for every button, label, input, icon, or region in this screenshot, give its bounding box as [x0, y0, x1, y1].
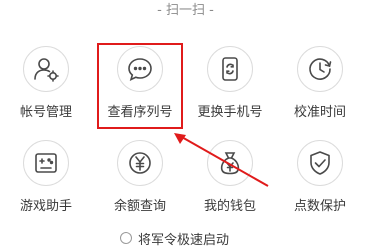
- shield-check-icon: [297, 140, 343, 186]
- gamepad-icon: [23, 140, 69, 186]
- account-manage-icon: [23, 46, 69, 92]
- tile-my-wallet[interactable]: 我的钱包: [186, 134, 274, 230]
- tile-account-manage[interactable]: 帐号管理: [2, 40, 90, 136]
- quick-start-option[interactable]: 将军令极速启动: [120, 228, 229, 248]
- tile-points-protect[interactable]: 点数保护: [276, 134, 364, 230]
- tile-label: 校准时间: [293, 105, 346, 120]
- tile-label: 游戏助手: [19, 199, 72, 214]
- highlight-box: [97, 43, 183, 129]
- tile-label: 点数保护: [293, 199, 346, 214]
- tile-label: 帐号管理: [19, 105, 72, 120]
- tile-change-phone[interactable]: 更换手机号: [186, 40, 274, 136]
- clock-icon: [297, 46, 343, 92]
- tile-balance-query[interactable]: 余额查询: [96, 134, 184, 230]
- wallet-bag-icon: [207, 140, 253, 186]
- tile-label: 余额查询: [113, 199, 166, 214]
- phone-swap-icon: [207, 46, 253, 92]
- quick-start-label: 将军令极速启动: [138, 232, 230, 248]
- tile-calibrate-time[interactable]: 校准时间: [276, 40, 364, 136]
- tile-game-assistant[interactable]: 游戏助手: [2, 134, 90, 230]
- page-title: - 扫一扫 -: [157, 3, 214, 18]
- tile-label: 我的钱包: [203, 199, 256, 214]
- yuan-coin-icon: [117, 140, 163, 186]
- tile-label: 更换手机号: [197, 105, 263, 120]
- radio-button[interactable]: [120, 232, 132, 244]
